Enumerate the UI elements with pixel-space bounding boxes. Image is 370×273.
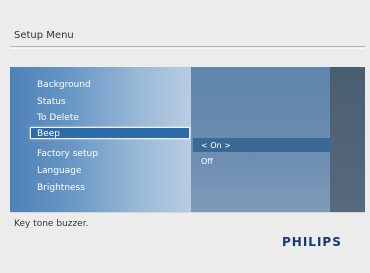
side-panel: [330, 67, 365, 212]
menu-item-background[interactable]: Background: [37, 80, 91, 90]
footer-divider: [10, 212, 365, 213]
page-title: Setup Menu: [14, 30, 74, 41]
menu-item-factory-setup[interactable]: Factory setup: [37, 149, 98, 159]
help-text: Key tone buzzer.: [14, 219, 89, 229]
philips-logo: PHILIPS: [282, 235, 342, 249]
menu-item-brightness[interactable]: Brightness: [37, 183, 85, 193]
option-on[interactable]: < On >: [201, 141, 231, 150]
option-off[interactable]: Off: [201, 157, 213, 166]
menu-item-to-delete[interactable]: To Delete: [37, 113, 79, 123]
menu-item-status[interactable]: Status: [37, 97, 66, 107]
setup-screen: Setup Menu Background Status To Delete B…: [0, 0, 370, 273]
menu-item-beep[interactable]: Beep: [30, 127, 190, 139]
title-divider: [10, 46, 365, 47]
title-divider-highlight: [10, 48, 365, 49]
menu-item-language[interactable]: Language: [37, 166, 81, 176]
